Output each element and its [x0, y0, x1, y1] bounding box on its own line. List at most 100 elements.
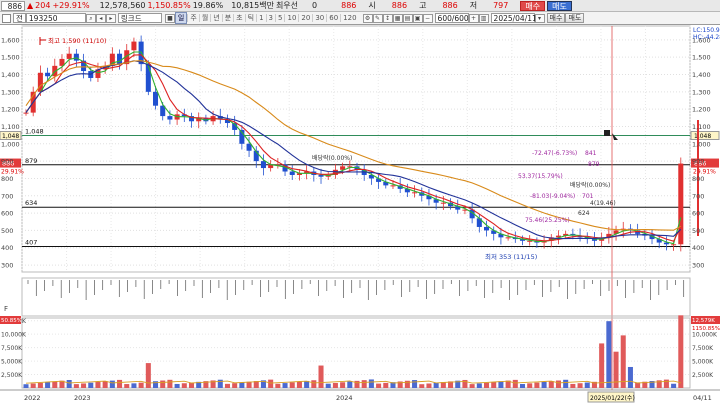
volume-bar — [296, 381, 302, 388]
price-tick-label: 1,100 — [1, 123, 20, 131]
volume-bar — [117, 379, 123, 388]
volume-bar — [109, 380, 115, 388]
vol-tick-left: 10,000K — [1, 332, 27, 339]
vol-current: 12,579K — [692, 318, 715, 324]
volume-bar — [66, 379, 72, 388]
volume-bar — [347, 381, 353, 388]
candle-body — [73, 53, 79, 61]
volume-bar — [563, 379, 569, 388]
candle-body — [440, 202, 446, 204]
price-tick-label-right: 700 — [692, 192, 704, 200]
price-tick-label: 1,400 — [1, 71, 20, 79]
ma-line-20 — [25, 60, 682, 231]
volume-bar — [268, 379, 274, 388]
candle-body — [23, 112, 29, 114]
volume-bar — [88, 382, 94, 388]
volume-bar — [239, 382, 245, 388]
volume-bar — [627, 366, 633, 388]
stock-chart[interactable]: 1,0481,048 1,04887963440788629.91%88629.9… — [0, 0, 720, 404]
volume-bar — [663, 379, 669, 388]
annotation-low: 최저 353 (11/15) — [485, 252, 537, 261]
level-label: 634 — [25, 199, 37, 207]
level-badge-left-text: 1,048 — [2, 133, 19, 140]
volume-bar — [527, 383, 533, 388]
volume-bar — [289, 382, 295, 388]
vol-tick-left: 2,500K — [1, 372, 23, 379]
candle-body — [505, 237, 511, 239]
volume-bar — [383, 382, 389, 388]
candle-body — [412, 192, 418, 194]
price-tick-label-right: 900 — [692, 158, 704, 166]
annotation-a8: 배당락(0.00%) — [312, 154, 352, 162]
candle-body — [678, 163, 684, 245]
volume-bar — [419, 384, 425, 388]
volume-bar — [224, 383, 230, 388]
level-badge-right-text: 1,048 — [694, 133, 711, 140]
high-marker — [39, 37, 46, 45]
volume-bar — [498, 381, 504, 388]
price-tick-label-right: 1,000 — [692, 140, 711, 148]
sub-pane-label: F — [4, 305, 8, 313]
volume-bar — [484, 382, 490, 388]
volume-bar — [570, 383, 576, 388]
volume-bar — [469, 384, 475, 388]
annotation-a1: -72.47(-6.73%) — [532, 150, 577, 157]
annotation-high: 최고 1,590 (11/10) — [48, 36, 107, 45]
price-tick-label-right: 800 — [692, 175, 704, 183]
volume-bar — [534, 382, 540, 388]
vol-tick-right: 2,500K — [692, 372, 714, 379]
volume-bar — [52, 381, 58, 388]
volume-bar — [541, 381, 547, 388]
price-tick-label: 300 — [1, 262, 13, 270]
price-tick-label: 700 — [1, 192, 13, 200]
volume-bar — [519, 384, 526, 388]
price-tick-label-right: 1,200 — [692, 106, 711, 114]
volume-bar — [232, 383, 238, 388]
candle-body — [131, 41, 137, 51]
price-tick-label: 1,200 — [1, 106, 20, 114]
vol-pct-right: 1150.85% — [692, 326, 720, 332]
volume-ma-line — [25, 380, 681, 384]
volume-bar — [81, 383, 87, 388]
vol-tick-right: 5,000K — [692, 359, 714, 366]
candle-body — [45, 72, 51, 77]
volume-bar — [23, 384, 29, 388]
volume-bar — [678, 315, 684, 388]
volume-bar — [548, 381, 554, 388]
candle-body — [66, 53, 72, 59]
volume-bar — [577, 383, 583, 388]
volume-bar — [555, 380, 561, 388]
date-label: 2022 — [24, 394, 41, 402]
volume-bar — [340, 382, 346, 388]
price-tick-label: 1,300 — [1, 88, 20, 96]
candles — [23, 35, 684, 252]
volume-bar — [124, 384, 130, 388]
volume-bar — [325, 383, 331, 388]
volume-bar — [412, 380, 418, 388]
volume-bar — [30, 383, 36, 388]
volume-bar — [606, 321, 612, 388]
annotation-a2b: 879 — [588, 161, 600, 168]
volume-bar — [311, 380, 317, 388]
price-tick-label-right: 1,100 — [692, 123, 711, 131]
volume-bar — [131, 383, 137, 388]
price-tick-label-right: 600 — [692, 210, 704, 218]
volume-bar — [426, 383, 432, 388]
candle-body — [167, 116, 173, 120]
marker-square — [604, 130, 610, 136]
vol-tick-left: 7,500K — [1, 345, 23, 352]
price-tick-label-right: 1,400 — [692, 71, 711, 79]
marker-arrow — [612, 133, 618, 140]
price-tick-label-right: 300 — [692, 262, 704, 270]
date-axis: 2022 2023 2024 2025/01/22(수) 04/11 — [0, 389, 720, 403]
candle-body — [671, 244, 677, 246]
price-tick-label-right: 1,300 — [692, 88, 711, 96]
annotation-a6: 75.46(25.25%) — [525, 217, 570, 224]
volume-bar — [620, 335, 626, 388]
candle-body — [153, 91, 159, 106]
hc-readout: HC:-44.28 — [693, 34, 720, 41]
vol-pct-left: 50.85% — [1, 318, 22, 324]
level-label: 879 — [25, 157, 37, 165]
sub-pane-frame — [21, 277, 691, 317]
annotation-a3: -81.03(-9.04%) — [530, 193, 575, 200]
